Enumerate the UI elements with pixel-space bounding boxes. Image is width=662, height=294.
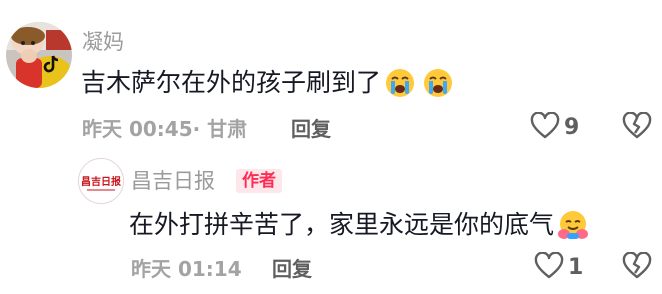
reply-button[interactable]: 回复 [291, 117, 331, 141]
newspaper-logo-icon: 昌吉日报 [79, 159, 123, 203]
crying-face-emoji-icon [423, 68, 453, 98]
author-badge: 作者 [236, 169, 282, 193]
heart-icon [534, 251, 564, 279]
crying-face-emoji-icon [385, 68, 415, 98]
reply-like-button[interactable] [534, 251, 564, 284]
reply-body: 在外打拼辛苦了，家里永远是你的底气 [129, 210, 589, 240]
broken-heart-icon [622, 111, 652, 139]
comment-username[interactable]: 凝妈 [82, 30, 124, 54]
reply-like-count: 1 [568, 255, 584, 280]
comment-meta: 昨天 00:45· 甘肃 [82, 117, 247, 141]
reply-username[interactable]: 昌吉日报 [131, 169, 215, 193]
comment-text: 吉木萨尔在外的孩子刷到了 [81, 68, 382, 97]
svg-text:昌吉日报: 昌吉日报 [81, 175, 121, 188]
comment-location: · 甘肃 [192, 117, 248, 141]
avatar[interactable] [6, 22, 72, 88]
comment-time: 昨天 00:45 [82, 117, 193, 141]
heart-icon [530, 111, 560, 139]
like-count: 9 [564, 115, 580, 140]
hugging-face-emoji-icon [558, 210, 589, 240]
reply-avatar[interactable]: 昌吉日报 [78, 158, 124, 204]
like-button[interactable] [530, 111, 560, 144]
avatar-photo [6, 22, 72, 88]
reply-text: 在外打拼辛苦了，家里永远是你的底气 [129, 210, 555, 239]
dislike-button[interactable] [622, 111, 652, 144]
comment-body: 吉木萨尔在外的孩子刷到了 [81, 68, 453, 98]
reply-time: 昨天 01:14 [131, 257, 242, 281]
reply-dislike-button[interactable] [622, 251, 652, 284]
broken-heart-icon [622, 251, 652, 279]
reply-reply-button[interactable]: 回复 [272, 257, 312, 281]
